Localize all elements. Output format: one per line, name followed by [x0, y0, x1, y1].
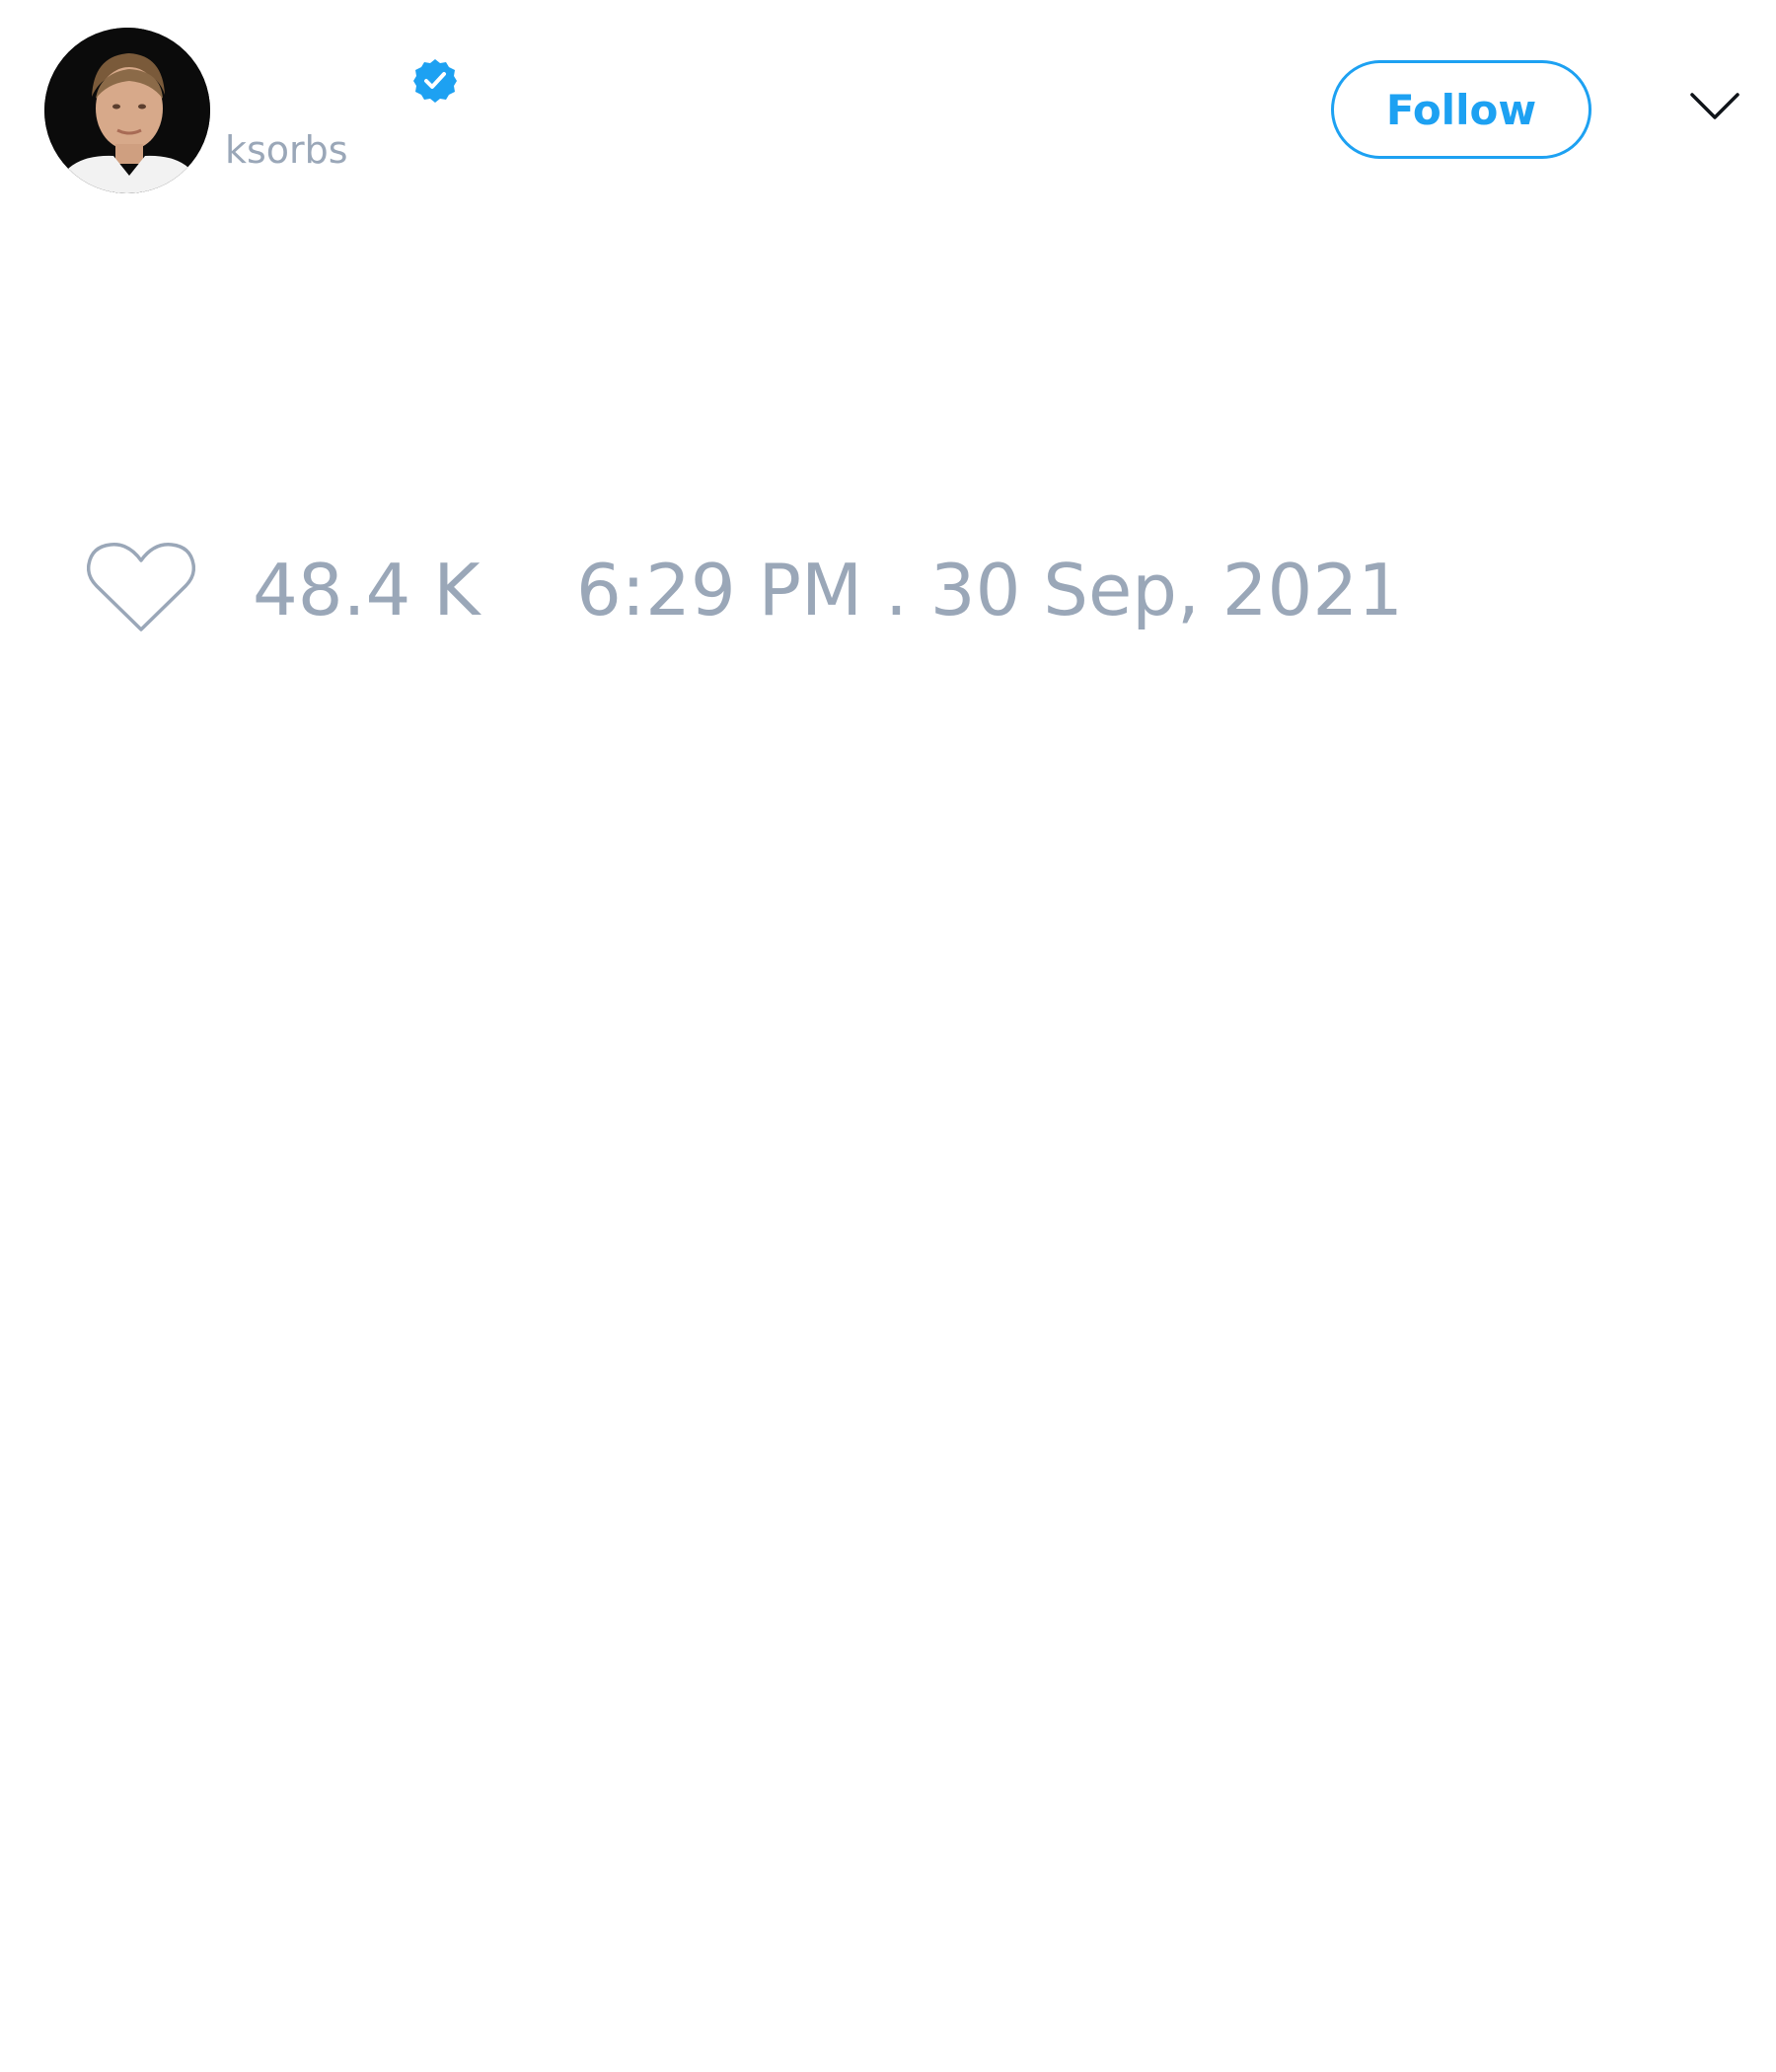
- handle[interactable]: ksorbs: [225, 126, 348, 174]
- like-count: 48.4 K: [253, 549, 481, 631]
- chevron-down-icon[interactable]: [1689, 91, 1740, 122]
- timestamp[interactable]: 6:29 PM . 30 Sep, 2021: [576, 551, 1403, 629]
- follow-button[interactable]: Follow: [1331, 60, 1591, 159]
- profile-photo: [44, 28, 210, 193]
- heart-icon[interactable]: [87, 541, 195, 635]
- tweet-card: ksorbs Follow 48.4 K 6:29 PM . 30 Sep, 2…: [0, 0, 1776, 2072]
- verified-badge-icon: [413, 59, 457, 103]
- avatar[interactable]: [44, 28, 210, 193]
- engagement-row: 48.4 K 6:29 PM . 30 Sep, 2021: [87, 541, 1665, 639]
